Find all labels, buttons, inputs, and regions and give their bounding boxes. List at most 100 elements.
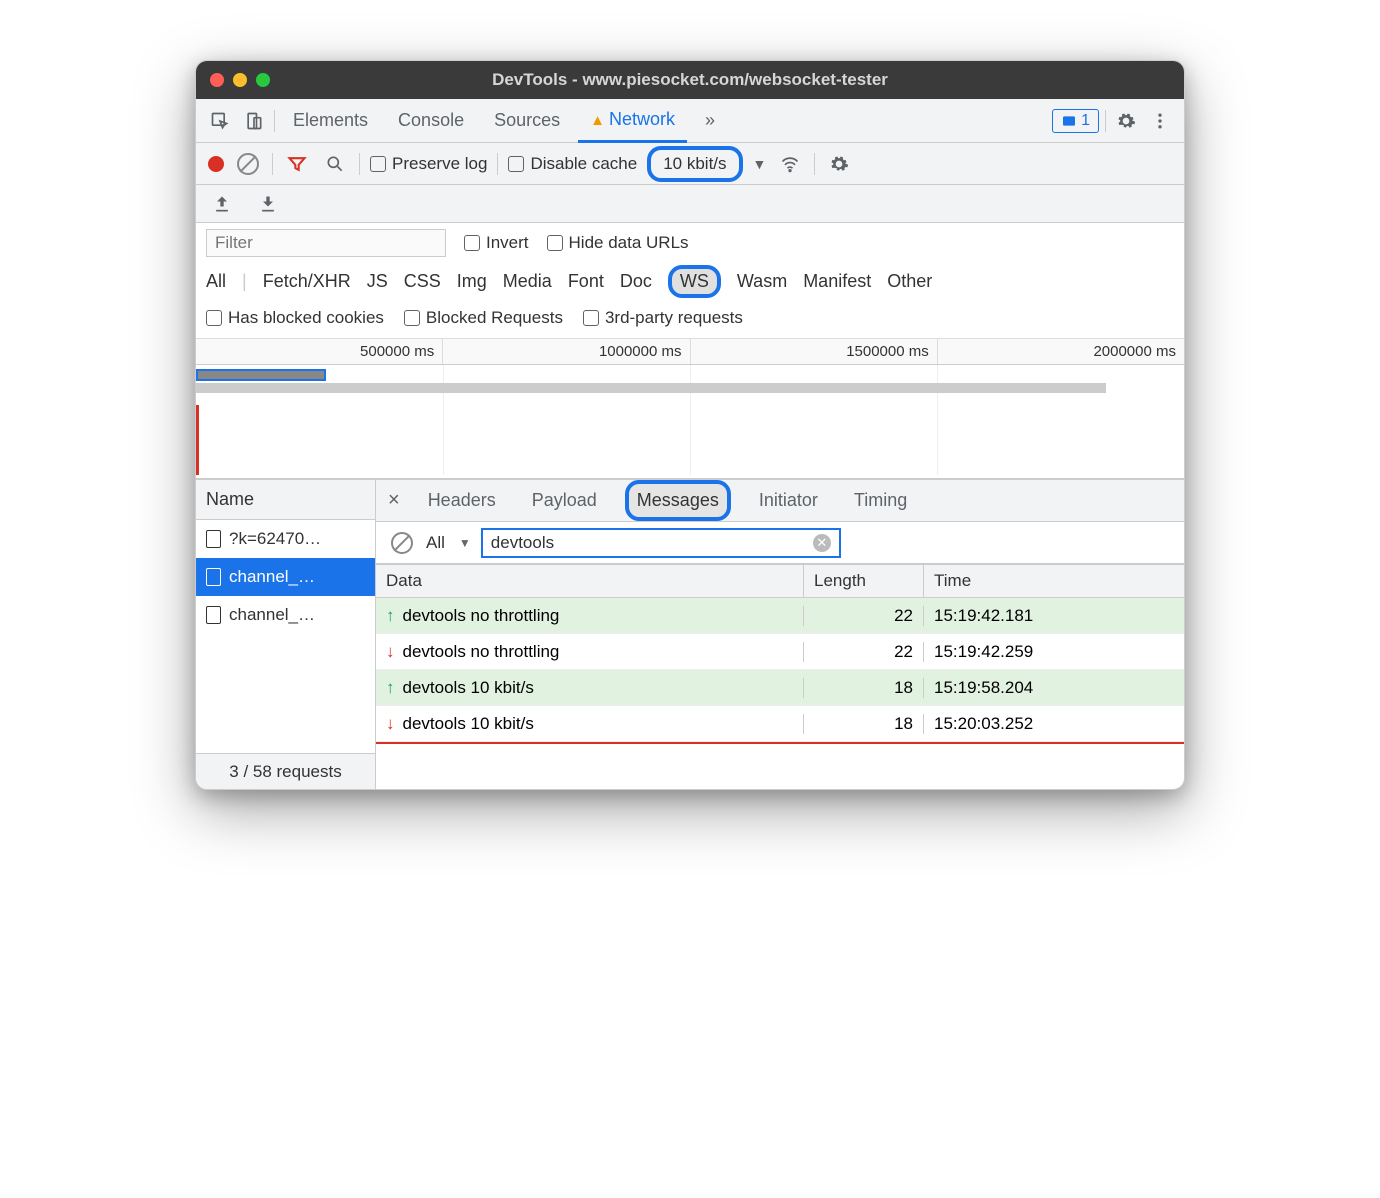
requests-split: Name ?k=62470… channel_… channel_… 3 / 5… [196,479,1184,789]
message-time: 15:19:58.204 [924,678,1184,698]
message-search-input[interactable]: devtools ✕ [481,528,841,558]
chevron-down-icon: ▼ [459,536,471,550]
clear-search-icon[interactable]: ✕ [813,534,831,552]
detail-tab-payload[interactable]: Payload [524,484,605,517]
request-row[interactable]: channel_… [196,596,375,634]
download-har-icon[interactable] [254,190,282,218]
type-filter-all[interactable]: All [206,271,226,292]
clear-messages-icon[interactable] [388,529,416,557]
message-length: 22 [804,606,924,626]
preserve-log-checkbox[interactable]: Preserve log [370,154,487,174]
type-filter-media[interactable]: Media [503,271,552,292]
timeline-load-marker [196,405,199,475]
issues-badge[interactable]: 1 [1052,109,1099,133]
type-filter-img[interactable]: Img [457,271,487,292]
search-icon[interactable] [321,150,349,178]
request-icon [206,530,221,548]
detail-tab-headers[interactable]: Headers [420,484,504,517]
message-time: 15:19:42.181 [924,606,1184,626]
request-row[interactable]: channel_… [196,558,375,596]
filter-bar: Invert Hide data URLs All | Fetch/XHR JS… [196,223,1184,339]
tab-console[interactable]: Console [386,102,476,139]
warning-icon: ▲ [590,112,605,129]
close-window-button[interactable] [210,73,224,87]
message-data: devtools no throttling [403,606,560,626]
request-icon [206,568,221,586]
invert-checkbox[interactable]: Invert [464,233,529,253]
type-filter-other[interactable]: Other [887,271,932,292]
settings-icon[interactable] [1112,107,1140,135]
request-detail: × Headers Payload Messages Initiator Tim… [376,480,1184,789]
disable-cache-checkbox[interactable]: Disable cache [508,154,637,174]
throttle-dropdown-icon[interactable]: ▼ [753,156,767,172]
device-toggle-icon[interactable] [240,107,268,135]
messages-table: Data Length Time ↑ devtools no throttling… [376,564,1184,789]
detail-tab-messages[interactable]: Messages [625,480,731,521]
messages-header: Data Length Time [376,564,1184,598]
requests-list: Name ?k=62470… channel_… channel_… 3 / 5… [196,480,376,789]
record-button[interactable] [208,156,224,172]
timeline[interactable]: 500000 ms 1000000 ms 1500000 ms 2000000 … [196,339,1184,479]
import-export-toolbar [196,185,1184,223]
message-data: devtools no throttling [403,642,560,662]
timeline-track [196,383,1106,393]
message-type-select[interactable]: All ▼ [426,533,471,553]
filter-toggle-icon[interactable] [283,150,311,178]
third-party-checkbox[interactable]: 3rd-party requests [583,308,743,328]
more-icon[interactable] [1146,107,1174,135]
message-length: 18 [804,678,924,698]
message-row[interactable]: ↓ devtools no throttling 2215:19:42.259 [376,634,1184,670]
type-filter-manifest[interactable]: Manifest [803,271,871,292]
messages-end-marker [376,742,1184,744]
tab-sources[interactable]: Sources [482,102,572,139]
request-row[interactable]: ?k=62470… [196,520,375,558]
type-filter-js[interactable]: JS [367,271,388,292]
message-row[interactable]: ↑devtools 10 kbit/s1815:19:58.204 [376,670,1184,706]
type-filter-fetch[interactable]: Fetch/XHR [263,271,351,292]
titlebar: DevTools - www.piesocket.com/websocket-t… [196,61,1184,99]
network-settings-icon[interactable] [825,150,853,178]
timeline-overview[interactable] [196,365,1184,475]
blocked-cookies-checkbox[interactable]: Has blocked cookies [206,308,384,328]
message-row[interactable]: ↑ devtools no throttling 2215:19:42.181 [376,598,1184,634]
timeline-selection[interactable] [196,369,326,381]
sent-arrow-icon: ↑ [386,606,395,626]
type-filter-font[interactable]: Font [568,271,604,292]
type-filter-doc[interactable]: Doc [620,271,652,292]
message-length: 18 [804,714,924,734]
messages-toolbar: All ▼ devtools ✕ [376,522,1184,564]
zoom-window-button[interactable] [256,73,270,87]
message-row[interactable]: ↓devtools 10 kbit/s1815:20:03.252 [376,706,1184,742]
inspect-element-icon[interactable] [206,107,234,135]
upload-har-icon[interactable] [208,190,236,218]
tab-network[interactable]: ▲Network [578,101,687,143]
filter-input[interactable] [206,229,446,257]
network-toolbar: Preserve log Disable cache 10 kbit/s ▼ [196,143,1184,185]
minimize-window-button[interactable] [233,73,247,87]
tab-elements[interactable]: Elements [281,102,380,139]
message-time: 15:20:03.252 [924,714,1184,734]
hide-data-urls-checkbox[interactable]: Hide data URLs [547,233,689,253]
message-time: 15:19:42.259 [924,642,1184,662]
sent-arrow-icon: ↑ [386,678,395,698]
type-filter-ws[interactable]: WS [668,265,721,298]
type-filter-wasm[interactable]: Wasm [737,271,787,292]
detail-tabs: × Headers Payload Messages Initiator Tim… [376,480,1184,522]
detail-tab-initiator[interactable]: Initiator [751,484,826,517]
type-filter-row: All | Fetch/XHR JS CSS Img Media Font Do… [206,265,1174,298]
name-column-header[interactable]: Name [196,480,375,520]
blocked-requests-checkbox[interactable]: Blocked Requests [404,308,563,328]
close-detail-icon[interactable]: × [388,489,400,512]
tabs-overflow-button[interactable]: » [693,102,727,139]
window-title: DevTools - www.piesocket.com/websocket-t… [196,70,1184,90]
message-length: 22 [804,642,924,662]
devtools-window: DevTools - www.piesocket.com/websocket-t… [195,60,1185,790]
network-conditions-icon[interactable] [776,150,804,178]
received-arrow-icon: ↓ [386,642,395,662]
detail-tab-timing[interactable]: Timing [846,484,915,517]
type-filter-css[interactable]: CSS [404,271,441,292]
throttle-select[interactable]: 10 kbit/s [647,146,742,182]
message-data: devtools 10 kbit/s [403,714,534,734]
clear-icon[interactable] [234,150,262,178]
window-controls [210,73,270,87]
